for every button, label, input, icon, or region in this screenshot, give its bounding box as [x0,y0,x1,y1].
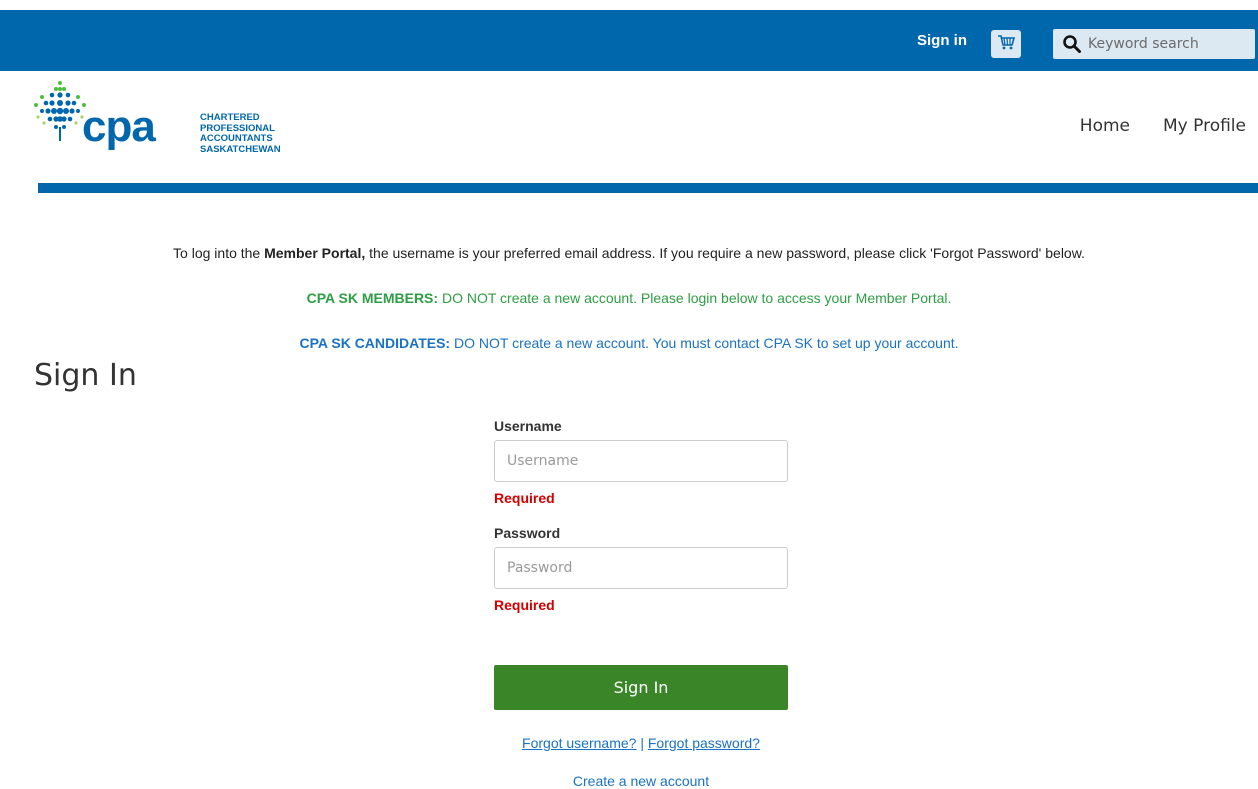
candidates-notice: CPA SK CANDIDATES: DO NOT create a new a… [0,335,1258,351]
forgot-links: Forgot username? | Forgot password? [494,735,788,751]
link-separator: | [636,735,648,751]
info-emphasis: Member Portal, [264,245,366,261]
candidates-notice-label: CPA SK CANDIDATES: [299,335,451,351]
info-text: the username is your preferred email add… [365,245,1085,261]
members-notice: CPA SK MEMBERS: DO NOT create a new acco… [0,290,1258,306]
password-label: Password [494,525,561,541]
keyword-search-input[interactable] [1088,36,1248,52]
logo-subtitle: CHARTERED PROFESSIONAL ACCOUNTANTS SASKA… [200,112,281,155]
logo-line: CHARTERED [200,112,260,123]
maple-leaf-dots-icon [34,81,86,141]
shopping-cart-icon [997,33,1016,56]
members-notice-label: CPA SK MEMBERS: [306,290,439,306]
candidates-notice-text: DO NOT create a new account. You must co… [450,335,959,351]
keyword-search [1053,29,1255,59]
password-field[interactable] [494,547,788,589]
username-error: Required [494,490,555,506]
magnifier-icon[interactable] [1062,33,1084,55]
logo-line: SASKATCHEWAN [200,143,281,155]
nav-my-profile[interactable]: My Profile [1163,116,1246,136]
username-label: Username [494,418,562,434]
page-title: Sign In [34,358,137,393]
main-nav: Home My Profile [1080,116,1246,136]
forgot-username-link[interactable]: Forgot username? [522,735,636,751]
login-instructions: To log into the Member Portal, the usern… [0,245,1258,261]
sign-in-button[interactable]: Sign In [494,665,788,710]
password-error: Required [494,597,555,613]
logo-line: ACCOUNTANTS [200,133,273,144]
nav-home[interactable]: Home [1080,116,1130,136]
members-notice-text: DO NOT create a new account. Please logi… [438,290,952,306]
top-utility-bar: Sign in [0,10,1258,71]
forgot-password-link[interactable]: Forgot password? [648,735,760,751]
logo-wordmark: cpa [82,102,156,151]
sign-in-link[interactable]: Sign in [917,32,967,49]
cart-button[interactable] [991,30,1021,58]
site-header: cpa CHARTERED PROFESSIONAL ACCOUNTANTS S… [0,71,1258,183]
username-field[interactable] [494,440,788,482]
sign-in-form: Username Required Password Required Sign… [494,418,788,789]
cpa-saskatchewan-logo[interactable]: cpa CHARTERED PROFESSIONAL ACCOUNTANTS S… [30,77,320,181]
info-text: To log into the [173,245,265,261]
header-divider [38,183,1258,193]
